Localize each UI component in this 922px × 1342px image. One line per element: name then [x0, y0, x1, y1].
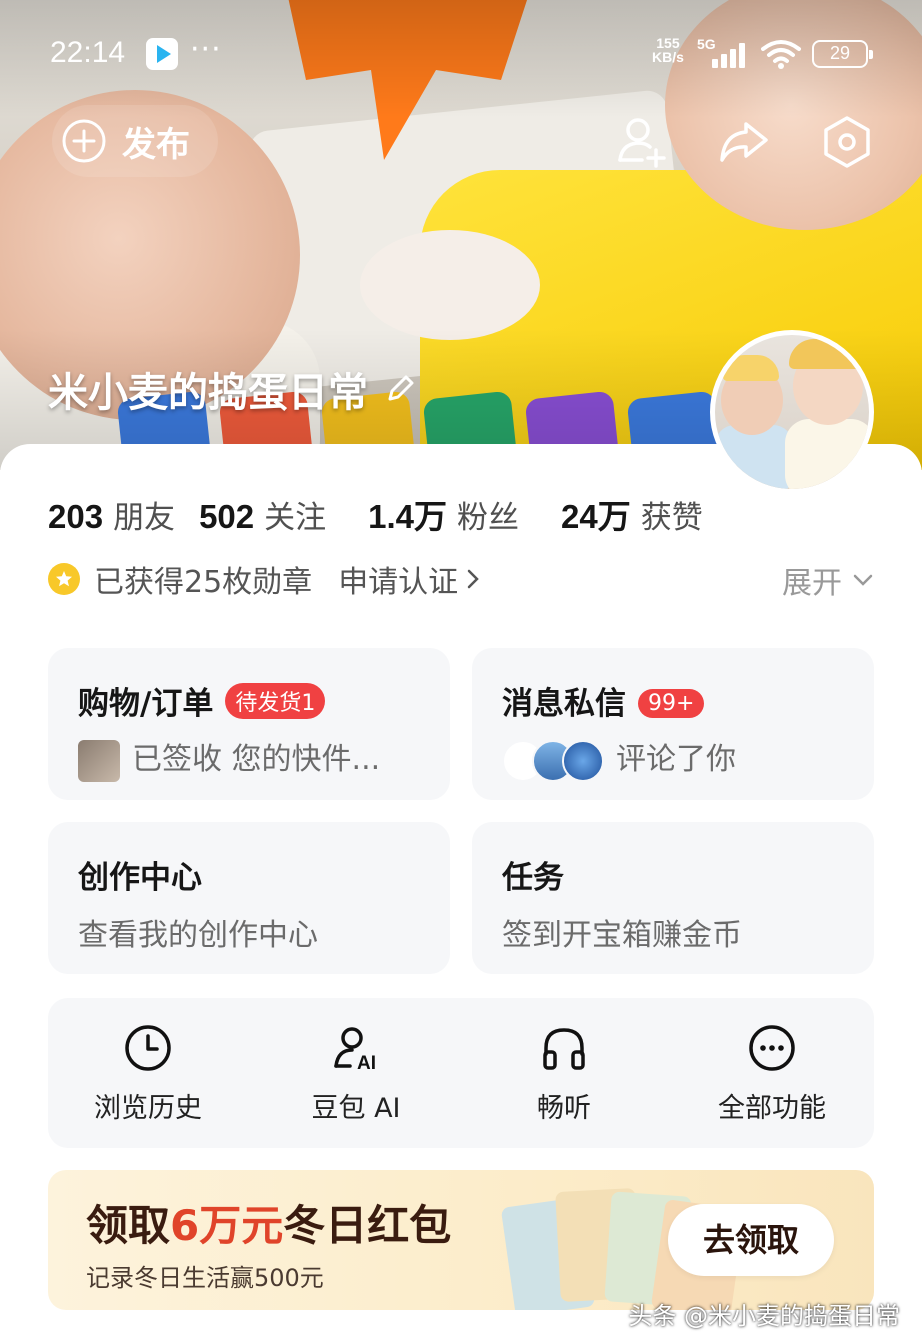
- status-more-dots: ···: [190, 32, 222, 67]
- tool-label: 畅听: [537, 1093, 591, 1124]
- badge-row: 已获得25枚勋章 申请认证 展开: [48, 556, 874, 602]
- net-speed-value: 155: [656, 35, 680, 51]
- tool-doubao-ai[interactable]: AI 豆包 AI: [256, 1022, 456, 1125]
- stat-label: 关注: [264, 500, 327, 536]
- medals-count[interactable]: 已获得25枚勋章: [94, 557, 312, 601]
- messages-card-title: 消息私信 99+: [502, 678, 705, 723]
- order-product-thumbnail: [78, 739, 120, 782]
- stat-likes[interactable]: 24万 获赞: [561, 490, 703, 538]
- stat-fans[interactable]: 1.4万 粉丝: [368, 490, 519, 538]
- expand-label: 展开: [782, 566, 842, 601]
- orders-card-title: 购物/订单 待发货1: [78, 678, 326, 723]
- tools-panel: 浏览历史 AI 豆包 AI 畅听 全部功能: [48, 998, 874, 1148]
- edit-icon[interactable]: [382, 371, 418, 407]
- add-friend-icon[interactable]: [612, 112, 672, 172]
- play-store-icon: [146, 38, 178, 70]
- chevron-down-icon: [853, 574, 873, 586]
- tool-history[interactable]: 浏览历史: [48, 1022, 248, 1125]
- expand-button[interactable]: 展开: [782, 558, 874, 602]
- banner-title: 领取6万元冬日红包: [86, 1192, 451, 1253]
- tool-label: 豆包 AI: [311, 1093, 401, 1124]
- stat-label: 粉丝: [457, 500, 519, 536]
- tasks-card[interactable]: 任务 签到开宝箱赚金币: [472, 822, 874, 974]
- medal-icon: [48, 563, 80, 595]
- net-speed-unit: KB/s: [652, 49, 684, 65]
- tool-label: 浏览历史: [94, 1093, 202, 1124]
- messages-card-sub: 评论了你: [502, 734, 736, 782]
- tool-all-features[interactable]: 全部功能: [672, 1022, 872, 1125]
- orders-card-sub: 已签收 您的快件...: [78, 734, 380, 782]
- creator-center-card[interactable]: 创作中心 查看我的创作中心: [48, 822, 450, 974]
- stat-value: 203: [48, 498, 104, 535]
- clock-icon: [125, 1025, 171, 1071]
- stat-value: 24万: [561, 498, 631, 535]
- banner-subtitle: 记录冬日生活赢500元: [86, 1264, 324, 1292]
- messages-card[interactable]: 消息私信 99+ 评论了你: [472, 648, 874, 800]
- stat-friends[interactable]: 203 朋友: [48, 492, 175, 537]
- net-speed: 155 KB/s: [652, 36, 684, 64]
- avatar[interactable]: [710, 330, 874, 494]
- wifi-icon: [761, 40, 801, 69]
- svg-text:AI: AI: [357, 1053, 376, 1074]
- stat-following[interactable]: 502 关注: [199, 492, 326, 537]
- battery-indicator: 29: [812, 40, 873, 68]
- stat-label: 获赞: [640, 500, 703, 536]
- ai-assistant-icon: AI: [334, 1027, 376, 1074]
- headphones-icon: [543, 1028, 585, 1070]
- messages-title-text: 消息私信: [502, 686, 626, 722]
- orders-sub-text: 已签收 您的快件...: [132, 742, 381, 777]
- pending-ship-badge: 待发货1: [225, 683, 326, 719]
- chevron-right-icon: [467, 569, 479, 589]
- star-icon: [56, 571, 72, 587]
- banner-title-highlight: 6万元: [170, 1201, 284, 1250]
- unread-count-badge: 99+: [638, 689, 705, 718]
- watermark: 头条 @米小麦的捣蛋日常: [628, 1302, 900, 1330]
- commenter-avatars: [502, 739, 604, 782]
- stat-value: 1.4万: [368, 498, 447, 535]
- tool-label: 全部功能: [718, 1093, 826, 1124]
- profile-name-text: 米小麦的捣蛋日常: [48, 370, 368, 416]
- promo-banner[interactable]: 领取6万元冬日红包 记录冬日生活赢500元 去领取: [48, 1170, 874, 1310]
- settings-icon[interactable]: [817, 112, 877, 172]
- orders-title-text: 购物/订单: [78, 686, 214, 722]
- signal-icon: [712, 42, 752, 68]
- orders-card[interactable]: 购物/订单 待发货1 已签收 您的快件...: [48, 648, 450, 800]
- stat-value: 502: [199, 498, 255, 535]
- apply-certification-label: 申请认证: [338, 565, 459, 600]
- apply-certification-link[interactable]: 申请认证: [338, 557, 480, 601]
- publish-label: 发布: [122, 124, 190, 165]
- more-circle-icon: [749, 1025, 795, 1071]
- tasks-title: 任务: [502, 860, 564, 896]
- publish-button[interactable]: 发布: [52, 105, 218, 177]
- messages-sub-text: 评论了你: [616, 742, 736, 777]
- banner-title-suffix: 冬日红包: [283, 1201, 452, 1250]
- status-bar: 22:14 ··· 155 KB/s 5G 29: [0, 30, 922, 80]
- profile-stats: 203 朋友 502 关注 1.4万 粉丝 24万 获赞: [48, 490, 703, 538]
- tasks-sub: 签到开宝箱赚金币: [502, 918, 742, 953]
- status-time: 22:14: [50, 36, 126, 69]
- claim-button[interactable]: 去领取: [668, 1204, 834, 1276]
- creator-center-sub: 查看我的创作中心: [78, 918, 318, 953]
- stat-label: 朋友: [113, 500, 176, 536]
- banner-title-prefix: 领取: [86, 1201, 171, 1250]
- creator-center-title: 创作中心: [78, 860, 202, 896]
- plus-circle-icon: [62, 119, 106, 163]
- profile-name: 米小麦的捣蛋日常: [48, 360, 418, 418]
- tool-listen[interactable]: 畅听: [464, 1022, 664, 1125]
- share-icon[interactable]: [714, 112, 774, 172]
